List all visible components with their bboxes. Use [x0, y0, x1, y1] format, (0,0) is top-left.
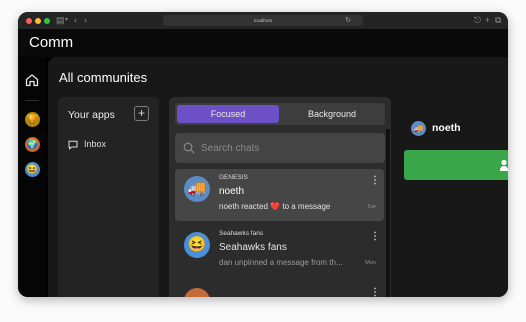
chevron-down-icon[interactable]: ▾ [65, 14, 68, 26]
community-avatar-smile[interactable]: 😆 [25, 162, 40, 177]
heart-icon: ❤️ [270, 202, 281, 211]
home-icon[interactable] [24, 72, 40, 88]
tab-background[interactable]: Background [281, 105, 383, 123]
more-options-icon[interactable]: ⋮ [370, 286, 380, 297]
user-icon [500, 159, 508, 171]
thread-action-banner[interactable] [404, 150, 508, 180]
thread-avatar: 🚚 [411, 121, 426, 136]
chat-last-message: noeth reacted ❤️ to a message [219, 202, 331, 211]
community-avatar-globe[interactable]: 🌍 [25, 137, 40, 152]
chat-avatar-smile: 😆 [184, 232, 210, 258]
chat-last-message: dan unpinned a message from th... [219, 258, 343, 267]
tab-overview-icon[interactable]: ⧉ [495, 14, 501, 26]
chat-community: GENESIS [219, 174, 248, 181]
chat-community: Seahawks fans [219, 230, 264, 237]
back-icon[interactable]: ‹ [74, 14, 77, 26]
chat-time: Mon [365, 260, 376, 266]
minimize-window-button[interactable] [35, 18, 41, 24]
app-header: Comm [18, 29, 508, 57]
page-title: All communites [59, 70, 148, 85]
more-options-icon[interactable]: ⋮ [370, 230, 380, 244]
chat-row-seahawks-fans[interactable]: 😆 Seahawks fans Seahawks fans dan unpinn… [175, 225, 384, 277]
url-text: localhost [254, 18, 272, 23]
chat-list-scrollbar[interactable] [386, 129, 390, 297]
your-apps-panel: Your apps + Inbox [58, 97, 159, 297]
more-options-icon[interactable]: ⋮ [370, 174, 380, 188]
chats-panel: Focused Background 🚚 GENESIS noeth noeth… [169, 97, 391, 297]
your-apps-title: Your apps [68, 109, 115, 121]
app-title: Comm [29, 34, 74, 51]
main-content: All communites Your apps + Inbox Focused… [48, 57, 508, 297]
reload-icon[interactable]: ↻ [345, 15, 351, 26]
chat-row-partial[interactable]: ⋮ [175, 281, 384, 297]
sidebar-toggle-icon[interactable]: ▤ [56, 14, 65, 26]
search-input[interactable] [201, 139, 376, 157]
community-rail: 🏆 🌍 😆 [18, 57, 46, 297]
search-icon [183, 142, 195, 154]
forward-icon[interactable]: › [84, 14, 87, 26]
tab-focused[interactable]: Focused [177, 105, 279, 123]
search-box[interactable] [175, 133, 385, 163]
browser-titlebar: ▤ ▾ ‹ › localhost ↻ ⎋ + ⧉ [18, 12, 508, 29]
chat-avatar-partial [184, 288, 210, 297]
browser-window: ▤ ▾ ‹ › localhost ↻ ⎋ + ⧉ Comm 🏆 🌍 😆 All… [18, 12, 508, 297]
maximize-window-button[interactable] [44, 18, 50, 24]
chat-name: Seahawks fans [219, 242, 287, 253]
add-app-button[interactable]: + [134, 106, 149, 121]
new-tab-icon[interactable]: + [485, 14, 490, 26]
close-window-button[interactable] [26, 18, 32, 24]
community-avatar-trophy[interactable]: 🏆 [25, 112, 40, 127]
chat-name: noeth [219, 186, 245, 197]
thread-title: noeth [432, 122, 461, 134]
share-icon[interactable]: ⎋ [474, 14, 481, 26]
address-bar[interactable]: localhost ↻ [163, 15, 363, 26]
chat-avatar-truck: 🚚 [184, 176, 210, 202]
rail-divider [25, 100, 39, 101]
chat-tabs: Focused Background [175, 103, 385, 125]
inbox-label: Inbox [84, 139, 107, 149]
inbox-icon [68, 140, 78, 150]
chat-time: Tue [366, 204, 376, 210]
chat-row-noeth[interactable]: 🚚 GENESIS noeth noeth reacted ❤️ to a me… [175, 169, 384, 221]
